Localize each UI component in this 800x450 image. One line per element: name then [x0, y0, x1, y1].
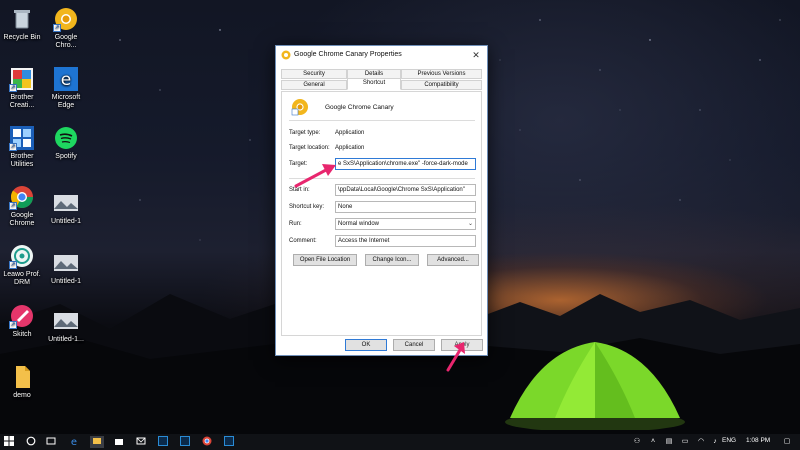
- task-view-icon[interactable]: [44, 436, 58, 448]
- file-explorer-icon[interactable]: [90, 436, 104, 448]
- target-type-value: Application: [335, 130, 365, 136]
- svg-text:e: e: [71, 437, 77, 446]
- comment-label: Comment:: [289, 238, 317, 244]
- desktop-icon-recycle-bin[interactable]: Recycle Bin: [0, 6, 44, 42]
- people-icon[interactable]: ⚇: [630, 436, 644, 448]
- shortcut-key-input[interactable]: None: [335, 201, 476, 213]
- tab-shortcut[interactable]: Shortcut: [347, 78, 401, 90]
- notification-icon[interactable]: ▢: [780, 436, 794, 448]
- brother-utilities-icon: ↗: [9, 125, 35, 151]
- desktop-icon-brother-utilities[interactable]: ↗ Brother Utilities: [0, 125, 44, 169]
- desktop-icon-leawo[interactable]: ↗ Leawo Prof. DRM: [0, 243, 44, 287]
- svg-text:e: e: [61, 70, 71, 90]
- wifi-icon[interactable]: ◠: [694, 436, 708, 448]
- properties-dialog: Google Chrome Canary Properties ✕ Securi…: [275, 45, 488, 356]
- desktop-icon-untitled-1-b[interactable]: Untitled-1: [44, 250, 88, 286]
- recycle-bin-icon: [9, 6, 35, 32]
- edge-taskbar-icon[interactable]: e: [67, 436, 81, 448]
- leawo-icon: ↗: [9, 243, 35, 269]
- image-file-icon: [53, 308, 79, 334]
- run-select[interactable]: Normal window ⌄: [335, 218, 476, 230]
- advanced-button[interactable]: Advanced...: [427, 254, 479, 266]
- tab-general[interactable]: General: [281, 80, 347, 90]
- battery-icon[interactable]: ▭: [678, 436, 692, 448]
- app-name: Google Chrome Canary: [325, 104, 394, 111]
- image-file-icon: [53, 250, 79, 276]
- windows-icon: [4, 436, 14, 446]
- chevron-down-icon: ⌄: [467, 221, 473, 227]
- desktop-icon-brother-creative[interactable]: ↗ Brother Creati...: [0, 66, 44, 110]
- cancel-button[interactable]: Cancel: [393, 339, 435, 351]
- chevron-up-icon[interactable]: ˄: [646, 436, 660, 448]
- brother-creative-icon: ↗: [9, 66, 35, 92]
- chrome-icon: ↗: [9, 184, 35, 210]
- taskbar: e ⚇ ˄ ▤ ▭ ◠ ♪ ENG 1:08 PM ▢: [0, 434, 800, 450]
- green-tent: [505, 342, 685, 430]
- change-icon-button[interactable]: Change Icon...: [365, 254, 419, 266]
- desktop-icon-google-chrome-canary[interactable]: ↗ Google Chro...: [44, 6, 88, 50]
- close-button[interactable]: ✕: [465, 46, 487, 64]
- chrome-canary-icon: [291, 98, 309, 116]
- tab-compatibility[interactable]: Compatibility: [401, 80, 482, 90]
- open-file-location-button[interactable]: Open File Location: [293, 254, 357, 266]
- comment-input[interactable]: Access the Internet: [335, 235, 476, 247]
- start-button[interactable]: [2, 436, 16, 448]
- desktop-icon-untitled-1-c[interactable]: Untitled-1...: [44, 308, 88, 344]
- target-type-label: Target type:: [289, 130, 321, 136]
- run-select-value: Normal window: [338, 221, 380, 227]
- tab-strip: Security Details Previous Versions Gener…: [281, 69, 482, 91]
- file-icon: [9, 364, 35, 390]
- annotation-arrow-target: [294, 164, 336, 188]
- target-location-label: Target location:: [289, 145, 330, 151]
- photoshop-icon[interactable]: [156, 436, 170, 448]
- tab-previous-versions[interactable]: Previous Versions: [401, 69, 482, 79]
- spotify-icon: [53, 125, 79, 151]
- desktop-icon-untitled-1-a[interactable]: Untitled-1: [44, 190, 88, 226]
- desktop-icon-spotify[interactable]: Spotify: [44, 125, 88, 161]
- image-file-icon: [53, 190, 79, 216]
- desktop-icon-demo[interactable]: demo: [0, 364, 44, 400]
- language-indicator[interactable]: ENG: [722, 437, 736, 444]
- network-icon[interactable]: ▤: [662, 436, 676, 448]
- annotation-arrow-apply: [446, 342, 465, 372]
- target-input[interactable]: e SxS\Application\chrome.exe" -force-dar…: [335, 158, 476, 170]
- start-in-input[interactable]: \ppData\Local\Google\Chrome SxS\Applicat…: [335, 184, 476, 196]
- edge-icon: e: [53, 66, 79, 92]
- cortana-icon[interactable]: [24, 436, 38, 448]
- dialog-title: Google Chrome Canary Properties: [294, 51, 402, 58]
- photoshop-icon[interactable]: [178, 436, 192, 448]
- store-icon[interactable]: [112, 436, 126, 448]
- photoshop-icon[interactable]: [222, 436, 236, 448]
- desktop-icon-microsoft-edge[interactable]: e Microsoft Edge: [44, 66, 88, 110]
- run-label: Run:: [289, 221, 302, 227]
- chrome-canary-icon: [281, 50, 291, 60]
- mail-icon[interactable]: [134, 436, 148, 448]
- clock[interactable]: 1:08 PM: [746, 437, 770, 444]
- volume-icon[interactable]: ♪: [708, 436, 722, 448]
- desktop-icon-google-chrome[interactable]: ↗ Google Chrome: [0, 184, 44, 228]
- target-location-value: Application: [335, 145, 365, 151]
- tab-security[interactable]: Security: [281, 69, 347, 79]
- ok-button[interactable]: OK: [345, 339, 387, 351]
- divider: [289, 120, 475, 121]
- shortcut-panel: Google Chrome Canary Target type: Applic…: [281, 91, 482, 336]
- chrome-taskbar-icon[interactable]: [200, 436, 214, 448]
- desktop-icon-skitch[interactable]: ↗ Skitch: [0, 303, 44, 339]
- dialog-titlebar[interactable]: Google Chrome Canary Properties ✕: [276, 46, 487, 64]
- chrome-canary-icon: ↗: [53, 6, 79, 32]
- shortcut-key-label: Shortcut key:: [289, 204, 325, 210]
- skitch-icon: ↗: [9, 303, 35, 329]
